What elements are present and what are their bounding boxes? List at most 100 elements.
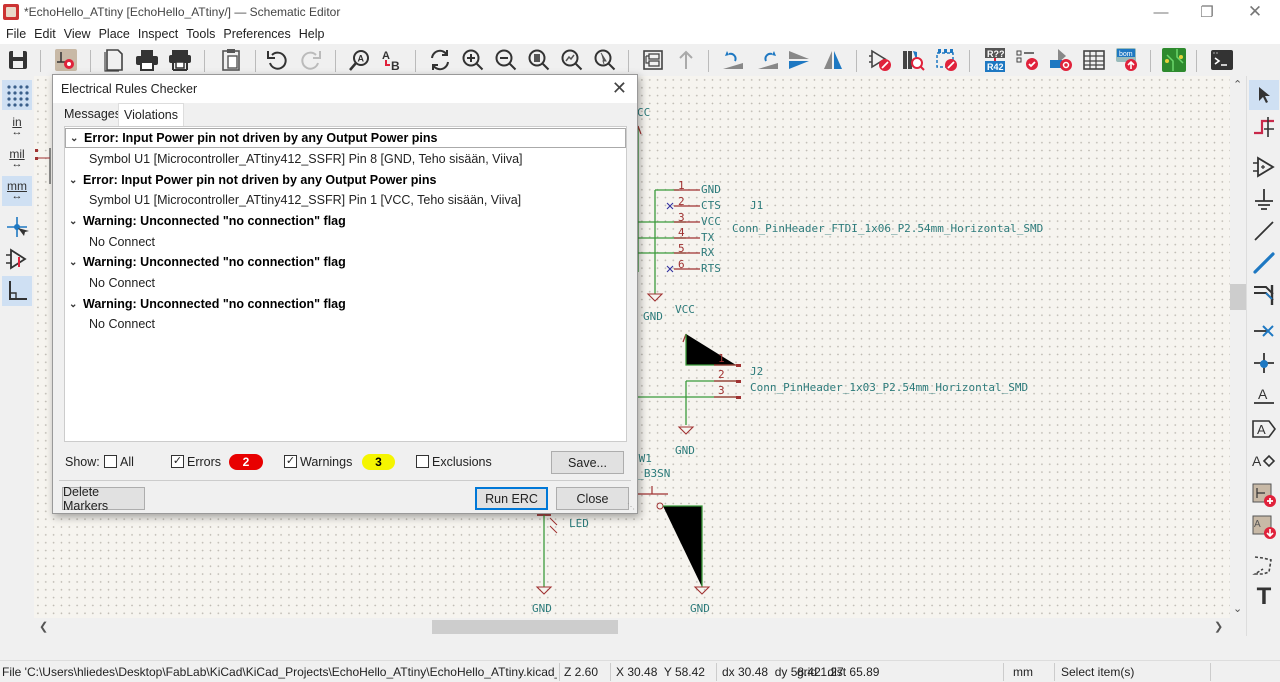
show-errors-checkbox[interactable]: ✓ — [171, 455, 184, 468]
chevron-down-icon[interactable]: ⌄ — [69, 216, 83, 227]
zoom-selection-icon[interactable] — [591, 47, 619, 73]
find-icon[interactable]: A — [345, 47, 373, 73]
scripting-console-icon[interactable] — [1208, 47, 1236, 73]
undo-icon[interactable] — [263, 47, 291, 73]
grid-toggle-button[interactable] — [2, 80, 32, 110]
violation-row[interactable]: ⌄ Warning: Unconnected "no connection" f… — [65, 252, 626, 272]
menu-file[interactable]: File — [2, 27, 30, 41]
find-replace-icon[interactable]: AB — [378, 47, 406, 73]
zoom-in-icon[interactable] — [459, 47, 487, 73]
bus-entry-icon[interactable] — [1249, 280, 1279, 310]
paste-icon[interactable] — [217, 47, 245, 73]
violation-detail[interactable]: No Connect — [65, 314, 626, 334]
menu-view[interactable]: View — [60, 27, 95, 41]
menu-help[interactable]: Help — [295, 27, 329, 41]
graphic-line-icon[interactable] — [1249, 550, 1279, 580]
schematic-setup-icon[interactable] — [52, 47, 80, 73]
select-icon[interactable] — [1249, 80, 1279, 110]
assign-footprints-icon[interactable] — [1047, 47, 1075, 73]
menu-preferences[interactable]: Preferences — [219, 27, 294, 41]
text-icon[interactable]: T — [1249, 582, 1279, 612]
vertical-scrollbar[interactable]: ⌃ ⌄ — [1230, 76, 1246, 618]
mirror-vertical-icon[interactable] — [785, 47, 813, 73]
menu-place[interactable]: Place — [95, 27, 134, 41]
hierarchical-label-icon[interactable]: A — [1249, 446, 1279, 476]
leave-sheet-icon[interactable] — [672, 47, 700, 73]
units-mm-button[interactable]: mm ↔ — [2, 176, 32, 206]
no-connect-icon[interactable] — [1249, 316, 1279, 346]
cursor-style-button[interactable] — [2, 212, 32, 242]
add-power-icon[interactable] — [1249, 184, 1279, 214]
redo-icon[interactable] — [297, 47, 325, 73]
highlight-net-icon[interactable] — [1249, 112, 1279, 142]
tab-messages[interactable]: Messages — [59, 103, 126, 126]
violation-detail[interactable]: No Connect — [65, 273, 626, 293]
units-inches-button[interactable]: in ↔ — [2, 112, 32, 142]
menu-tools[interactable]: Tools — [182, 27, 219, 41]
symbol-browser-icon[interactable] — [899, 47, 927, 73]
horizontal-scroll-thumb[interactable] — [432, 620, 618, 634]
bom-icon[interactable]: bom — [1113, 47, 1141, 73]
rotate-cw-icon[interactable] — [754, 47, 782, 73]
vertical-scroll-thumb[interactable] — [1230, 284, 1246, 310]
hierarchical-sheet-icon[interactable] — [1249, 480, 1279, 510]
pcb-editor-icon[interactable] — [1160, 47, 1188, 73]
print-icon[interactable] — [133, 47, 161, 73]
show-warnings-checkbox[interactable]: ✓ — [284, 455, 297, 468]
erc-icon[interactable] — [1014, 47, 1042, 73]
save-button[interactable]: Save... — [551, 451, 624, 474]
run-erc-button[interactable]: Run ERC — [475, 487, 548, 510]
junction-icon[interactable] — [1249, 348, 1279, 378]
save-icon[interactable] — [4, 47, 32, 73]
units-mils-button[interactable]: mil ↔ — [2, 144, 32, 174]
add-bus-icon[interactable] — [1249, 248, 1279, 278]
refresh-icon[interactable] — [426, 47, 454, 73]
violation-detail[interactable]: Symbol U1 [Microcontroller_ATtiny412_SSF… — [65, 149, 626, 169]
zoom-out-icon[interactable] — [492, 47, 520, 73]
menu-edit[interactable]: Edit — [30, 27, 60, 41]
annotate-icon[interactable]: R?? R42 — [981, 47, 1009, 73]
footprint-editor-icon[interactable] — [932, 47, 960, 73]
violation-detail[interactable]: Symbol U1 [Microcontroller_ATtiny412_SSF… — [65, 190, 626, 210]
zoom-fit-icon[interactable] — [525, 47, 553, 73]
hidden-pins-button[interactable] — [2, 244, 32, 274]
scroll-up-arrow[interactable]: ⌃ — [1233, 78, 1242, 91]
scroll-right-arrow[interactable]: ❯ — [1214, 620, 1223, 633]
chevron-down-icon[interactable]: ⌄ — [70, 133, 84, 144]
add-wire-icon[interactable] — [1249, 216, 1279, 246]
minimize-button[interactable]: — — [1138, 0, 1184, 24]
mirror-horizontal-icon[interactable] — [819, 47, 847, 73]
violation-row[interactable]: ⌄ Warning: Unconnected "no connection" f… — [65, 294, 626, 314]
close-window-button[interactable]: ✕ — [1232, 0, 1278, 24]
violations-list[interactable]: ⌄ Error: Input Power pin not driven by a… — [64, 126, 627, 442]
import-sheet-pin-icon[interactable]: A — [1249, 512, 1279, 542]
page-settings-icon[interactable] — [100, 47, 128, 73]
delete-markers-button[interactable]: Delete Markers — [62, 485, 145, 513]
violation-row[interactable]: ⌄ Error: Input Power pin not driven by a… — [65, 128, 626, 148]
chevron-down-icon[interactable]: ⌄ — [69, 175, 83, 186]
show-all-checkbox[interactable] — [104, 455, 117, 468]
bulk-edit-fields-icon[interactable] — [1080, 47, 1108, 73]
hierarchy-icon[interactable] — [639, 47, 667, 73]
scroll-left-arrow[interactable]: ❮ — [39, 620, 48, 633]
scroll-down-arrow[interactable]: ⌄ — [1233, 602, 1242, 615]
violation-row[interactable]: ⌄ Error: Input Power pin not driven by a… — [65, 170, 626, 190]
plot-icon[interactable] — [166, 47, 194, 73]
chevron-down-icon[interactable]: ⌄ — [69, 257, 83, 268]
chevron-down-icon[interactable]: ⌄ — [69, 299, 83, 310]
dialog-close-icon[interactable]: ✕ — [612, 78, 627, 99]
tab-violations[interactable]: Violations — [118, 103, 184, 126]
restore-button[interactable]: ❐ — [1184, 0, 1230, 24]
resize-grip-icon[interactable]: ⋱ — [627, 502, 635, 511]
close-button[interactable]: Close — [556, 487, 629, 510]
net-label-icon[interactable]: A — [1249, 380, 1279, 410]
add-symbol-icon[interactable] — [1249, 152, 1279, 182]
rotate-ccw-icon[interactable] — [719, 47, 747, 73]
global-label-icon[interactable]: A — [1249, 414, 1279, 444]
violation-row[interactable]: ⌄ Warning: Unconnected "no connection" f… — [65, 211, 626, 231]
zoom-objects-icon[interactable] — [558, 47, 586, 73]
show-exclusions-checkbox[interactable] — [416, 455, 429, 468]
violation-detail[interactable]: No Connect — [65, 232, 626, 252]
wire-angle-mode-button[interactable] — [2, 276, 32, 306]
horizontal-scrollbar[interactable]: ❮ ❯ — [34, 618, 1230, 636]
